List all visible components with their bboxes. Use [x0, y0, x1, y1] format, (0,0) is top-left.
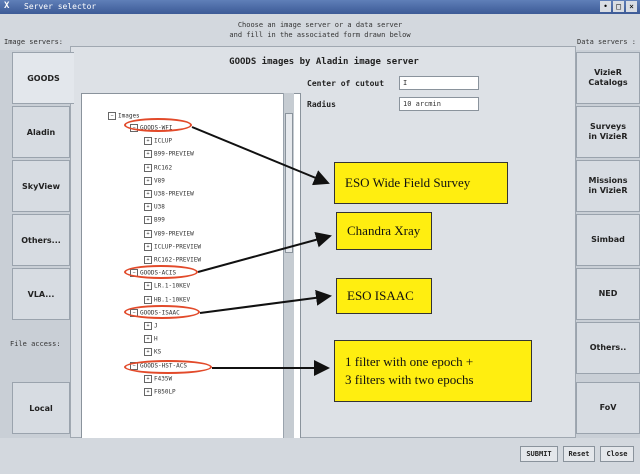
tree-leaf-item[interactable]: + HB.1-10KEV [144, 295, 190, 304]
reset-button[interactable]: Reset [563, 446, 595, 462]
annotation-hst-line-2: 3 filters with two epochs [345, 372, 474, 387]
header: Choose an image server or a data server … [0, 14, 640, 50]
expand-icon[interactable]: + [144, 190, 152, 198]
tree-leaf-item[interactable]: + B99 [144, 216, 165, 225]
tree-leaf-item[interactable]: + U38 [144, 203, 165, 212]
tab-fov[interactable]: FoV [576, 382, 640, 434]
expand-icon[interactable]: + [144, 256, 152, 264]
annotation-hst-line-1: 1 filter with one epoch + [345, 354, 474, 369]
tab-vizier-catalogs[interactable]: VizieR Catalogs [576, 52, 640, 104]
collapse-icon[interactable]: − [108, 112, 116, 120]
expand-icon[interactable]: + [144, 176, 152, 185]
tree-leaf-item[interactable]: + KS [144, 348, 161, 357]
tab-others[interactable]: Others... [12, 214, 70, 266]
radius-input[interactable]: 10 arcmin [399, 97, 479, 111]
window-controls: • □ × [600, 1, 637, 12]
tab-simbad[interactable]: Simbad [576, 214, 640, 266]
tree-leaf-item[interactable]: + LR.1-10KEV [144, 282, 190, 291]
tree-leaf-item[interactable]: + ICLUP-PREVIEW [144, 242, 201, 251]
highlight-goods-acis [124, 265, 198, 279]
tab-vla[interactable]: VLA... [12, 268, 70, 320]
tree-leaf-item[interactable]: + H [144, 335, 158, 344]
highlight-goods-isaac [124, 305, 200, 319]
tree-leaf-item[interactable]: + RC162-PREVIEW [144, 256, 201, 264]
annotation-hst-acs: 1 filter with one epoch + 3 filters with… [334, 340, 532, 402]
panel-title: GOODS images by Aladin image server [229, 57, 419, 67]
center-of-cutout-label: Center of cutout [307, 79, 385, 88]
annotation-chandra: Chandra Xray [336, 212, 432, 250]
expand-icon[interactable]: + [144, 150, 152, 159]
tree-leaf-item[interactable]: + F435W [144, 374, 172, 383]
window-title: Server selector [24, 2, 97, 11]
tab-skyview[interactable]: SkyView [12, 160, 70, 212]
expand-icon[interactable]: + [144, 295, 152, 304]
annotation-eso-wfs: ESO Wide Field Survey [334, 162, 508, 204]
title-bar: X Server selector • □ × [0, 0, 640, 14]
tree-leaf-item[interactable]: + J [144, 322, 158, 330]
file-access-label: File access: [10, 340, 61, 348]
expand-icon[interactable]: + [144, 242, 152, 251]
expand-icon[interactable]: + [144, 348, 152, 357]
tab-missions-in-vizier[interactable]: Missions in VizieR [576, 160, 640, 212]
expand-icon[interactable]: + [144, 229, 152, 238]
tab-aladin[interactable]: Aladin [12, 106, 70, 158]
highlight-goods-hst-acs [124, 360, 212, 374]
submit-button[interactable]: SUBMIT [520, 446, 558, 462]
maximize-icon[interactable]: □ [613, 1, 624, 12]
tree-leaf-item[interactable]: + F850LP [144, 388, 176, 396]
radius-label: Radius [307, 100, 336, 109]
tree-leaf-item[interactable]: + B99-PREVIEW [144, 150, 194, 159]
x11-logo-icon: X [4, 1, 10, 11]
tree-vertical-scrollbar[interactable] [283, 93, 294, 443]
expand-icon[interactable]: + [144, 388, 152, 396]
tab-surveys-in-vizier[interactable]: Surveys in VizieR [576, 106, 640, 158]
expand-icon[interactable]: + [144, 335, 152, 344]
instruction-line-2: and fill in the associated form drawn be… [229, 31, 411, 39]
tree-leaf-item[interactable]: + ICLUP [144, 137, 172, 146]
tree-leaf-item[interactable]: + V89 [144, 176, 165, 185]
minimize-icon[interactable]: • [600, 1, 611, 12]
instructions: Choose an image server or a data server … [0, 20, 640, 40]
tab-ned[interactable]: NED [576, 268, 640, 320]
tree-leaf-item[interactable]: + RC162 [144, 163, 172, 172]
data-servers-label: Data servers : [576, 38, 636, 46]
tab-goods[interactable]: GOODS [12, 52, 74, 104]
expand-icon[interactable]: + [144, 163, 152, 172]
close-icon[interactable]: × [626, 1, 637, 12]
image-servers-label: Image servers: [4, 38, 64, 46]
annotation-eso-isaac: ESO ISAAC [336, 278, 432, 314]
expand-icon[interactable]: + [144, 137, 152, 146]
tab-others-data[interactable]: Others.. [576, 322, 640, 374]
close-button[interactable]: Close [600, 446, 634, 462]
scrollbar-thumb[interactable] [285, 113, 293, 253]
expand-icon[interactable]: + [144, 374, 152, 383]
expand-icon[interactable]: + [144, 322, 152, 330]
instruction-line-1: Choose an image server or a data server [237, 21, 403, 29]
expand-icon[interactable]: + [144, 216, 152, 225]
tree-leaf-item[interactable]: + V89-PREVIEW [144, 229, 194, 238]
tab-local[interactable]: Local [12, 382, 70, 434]
expand-icon[interactable]: + [144, 203, 152, 212]
expand-icon[interactable]: + [144, 282, 152, 291]
highlight-goods-wfi [124, 118, 192, 132]
tree-leaf-item[interactable]: + U38-PREVIEW [144, 190, 194, 198]
center-of-cutout-input[interactable]: I [399, 76, 479, 90]
